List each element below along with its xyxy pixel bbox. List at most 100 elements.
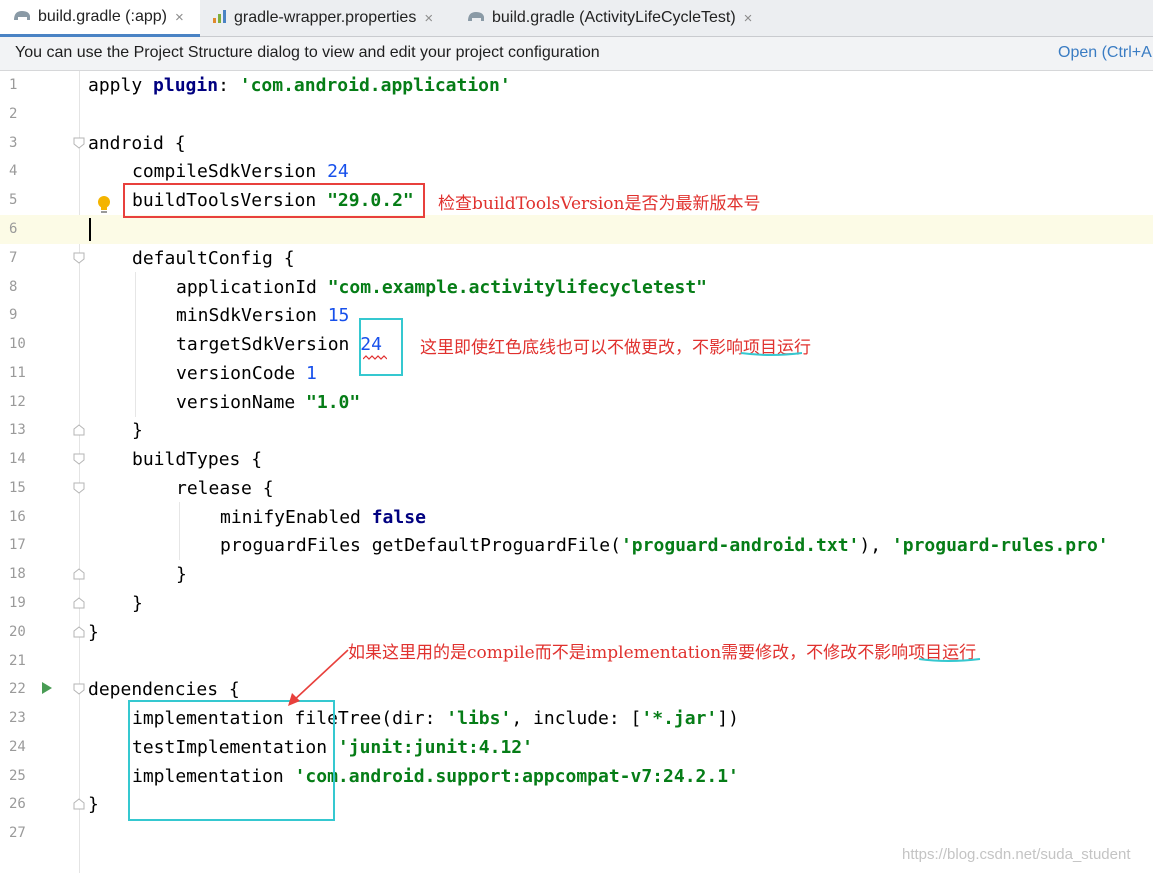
line-number: 1 (9, 77, 18, 93)
code-line-26: } (88, 794, 99, 815)
code-token: 15 (327, 305, 350, 326)
code-token: : [ (608, 708, 642, 729)
code-token: 24 (327, 161, 349, 182)
code-token: "com.example.activitylifecycletest" (327, 277, 708, 298)
line-number: 16 (9, 509, 26, 525)
code-token: 'com.android.application' (239, 75, 511, 96)
line-number: 26 (9, 796, 26, 812)
line-number: 6 (9, 221, 18, 237)
close-icon[interactable]: × (175, 9, 184, 26)
project-structure-notification: You can use the Project Structure dialog… (0, 37, 1153, 71)
annotation-emphasis: 不影响 (857, 643, 909, 663)
line-number: 17 (9, 537, 26, 553)
code-token: 'junit:junit:4.12' (337, 737, 533, 758)
code-line-19: } (132, 593, 143, 614)
line-number: 9 (9, 307, 18, 323)
code-token: minifyEnabled (220, 507, 372, 528)
fold-open-icon[interactable] (73, 683, 85, 695)
tab-label: build.gradle (ActivityLifeCycleTest) (492, 9, 736, 26)
line-number: 7 (9, 250, 18, 266)
indent-guide (179, 502, 180, 560)
fold-open-icon[interactable] (73, 252, 85, 264)
tab-build-gradle-project[interactable]: build.gradle (ActivityLifeCycleTest) × (466, 0, 786, 36)
fold-close-icon[interactable] (73, 424, 85, 436)
code-token: "1.0" (306, 392, 361, 413)
line-number: 8 (9, 279, 18, 295)
code-token: include (533, 708, 609, 729)
tab-label: gradle-wrapper.properties (234, 9, 417, 26)
tab-gradle-wrapper-properties[interactable]: gradle-wrapper.properties × (204, 0, 464, 36)
fold-close-icon[interactable] (73, 798, 85, 810)
line-number: 5 (9, 192, 18, 208)
text-caret (89, 218, 91, 241)
cyan-highlight-box (128, 700, 335, 821)
code-token: 'libs' (446, 708, 512, 729)
code-token: versionCode (176, 363, 307, 384)
gradle-elephant-icon (12, 8, 32, 27)
line-number: 24 (9, 739, 26, 755)
fold-open-icon[interactable] (73, 453, 85, 465)
code-token: proguardFiles getDefaultProguardFile( (220, 535, 621, 556)
annotation-dependencies: 如果这里用的是compile而不是implementation需要修改，不修改不… (348, 638, 976, 663)
tab-label: build.gradle (:app) (38, 8, 167, 25)
line-number: 13 (9, 422, 26, 438)
code-token: compileSdkVersion (132, 161, 328, 182)
code-token: '*.jar' (641, 708, 718, 729)
fold-open-icon[interactable] (73, 482, 85, 494)
fold-close-icon[interactable] (73, 626, 85, 638)
fold-open-icon[interactable] (73, 137, 85, 149)
line-number: 10 (9, 336, 26, 352)
code-token: ), (859, 535, 892, 556)
code-line-10: targetSdkVersion 24 (176, 330, 382, 359)
code-token: false (371, 507, 426, 528)
code-line-20: } (88, 622, 99, 643)
code-line-17: proguardFiles getDefaultProguardFile('pr… (220, 531, 1109, 560)
cyan-highlight-box (359, 318, 403, 376)
code-line-16: minifyEnabled false (220, 503, 426, 532)
code-line-4: compileSdkVersion 24 (132, 157, 349, 186)
code-line-9: minSdkVersion 15 (176, 301, 349, 330)
run-icon[interactable] (41, 681, 53, 695)
red-highlight-box (123, 183, 425, 218)
code-token: versionName (176, 392, 307, 413)
code-line-3: android { (88, 133, 186, 154)
code-line-14: buildTypes { (132, 449, 263, 470)
lightbulb-icon[interactable] (96, 195, 112, 215)
code-token: : (424, 708, 447, 729)
close-icon[interactable]: × (424, 10, 433, 27)
code-token: ]) (717, 708, 739, 729)
notification-message: You can use the Project Structure dialog… (15, 44, 600, 61)
line-number: 25 (9, 768, 26, 784)
line-number: 3 (9, 135, 18, 151)
line-number: 2 (9, 106, 18, 122)
caret-line-highlight (80, 215, 1153, 244)
line-number: 18 (9, 566, 26, 582)
tab-build-gradle-app[interactable]: build.gradle (:app) × (0, 0, 200, 37)
annotation-text: 这里即使红色底线也可以不做更改， (420, 338, 692, 358)
code-token: 1 (306, 363, 317, 384)
code-token: dir (392, 708, 425, 729)
fold-close-icon[interactable] (73, 568, 85, 580)
watermark: https://blog.csdn.net/suda_student (902, 846, 1131, 863)
code-token: applicationId (176, 277, 328, 298)
code-line-8: applicationId "com.example.activitylifec… (176, 273, 707, 302)
code-line-1: apply plugin: 'com.android.application' (88, 71, 511, 100)
code-token: 'proguard-android.txt' (620, 535, 860, 556)
red-arrow-icon (288, 649, 349, 706)
code-token: 'proguard-rules.pro' (891, 535, 1109, 556)
fold-close-icon[interactable] (73, 597, 85, 609)
open-project-structure-link[interactable]: Open (Ctrl+A (1058, 44, 1152, 62)
line-number: 19 (9, 595, 26, 611)
code-token: apply (88, 75, 154, 96)
properties-file-icon (212, 8, 228, 29)
close-icon[interactable]: × (744, 10, 753, 27)
code-line-18: } (176, 564, 187, 585)
line-number: 21 (9, 653, 26, 669)
line-number: 12 (9, 394, 26, 410)
annotation-text: 如果这里用的是compile而不是implementation需要修改，不修改 (348, 643, 858, 663)
code-token: : (218, 75, 240, 96)
annotation-emphasis: 不影响 (692, 338, 743, 358)
line-number: 27 (9, 825, 26, 841)
line-number: 11 (9, 365, 26, 381)
line-number: 23 (9, 710, 26, 726)
